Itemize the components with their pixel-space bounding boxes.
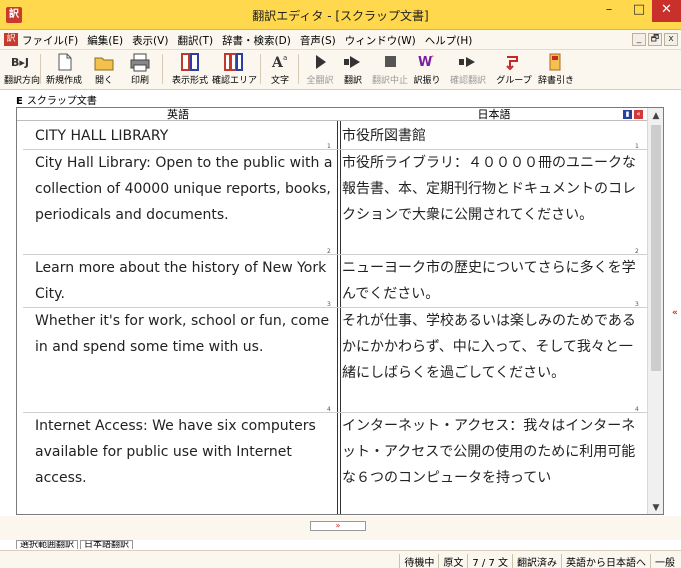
layout-toggle-icon[interactable]: ▮	[623, 110, 632, 119]
segment-row[interactable]: CITY HALL LIBRARY 市役所図書館 1 1	[17, 123, 647, 150]
font-icon: Aa	[269, 52, 291, 72]
maximize-button[interactable]: □	[624, 0, 654, 22]
check-area-button[interactable]: 確認エリア	[212, 52, 257, 88]
segment-row[interactable]: City Hall Library: Open to the public wi…	[17, 150, 647, 255]
menu-file[interactable]: ファイル(F)	[22, 33, 78, 48]
open-folder-icon	[93, 52, 115, 72]
title-bar: 訳 翻訳エディタ - [スクラップ文書] – □ ✕	[0, 0, 681, 30]
segment-row[interactable]: Learn more about the history of New York…	[17, 255, 647, 308]
target-text[interactable]: それが仕事、学校あるいは楽しみのためであるかにかかわらず、中に入って、そして我々…	[342, 308, 642, 386]
source-text[interactable]: CITY HALL LIBRARY	[35, 123, 335, 149]
status-field: 一般	[650, 554, 679, 568]
close-button[interactable]: ✕	[652, 0, 681, 22]
expand-side-panel-icon[interactable]: «	[672, 308, 681, 332]
menu-window[interactable]: ウィンドウ(W)	[345, 33, 416, 48]
editor-header: 英語 日本語 ▮ «	[17, 108, 647, 121]
menu-edit[interactable]: 編集(E)	[87, 33, 123, 48]
doc-restore-button[interactable]: 🗗	[648, 33, 662, 46]
scroll-down-icon[interactable]: ▼	[648, 500, 663, 514]
window-title: 翻訳エディタ - [スクラップ文書]	[252, 9, 429, 23]
doc-close-button[interactable]: x	[664, 33, 678, 46]
target-text[interactable]: インターネット・アクセス：我々はインターネット・アクセスで公開の使用のために利用…	[342, 413, 642, 491]
svg-text:B▸J: B▸J	[11, 56, 29, 69]
svg-text:⁺: ⁺	[431, 54, 435, 62]
minimize-button[interactable]: –	[594, 0, 624, 22]
new-document-button[interactable]: 新規作成	[44, 52, 84, 88]
annotate-icon: W ⁺	[416, 52, 438, 72]
collapse-icon[interactable]: «	[634, 110, 643, 119]
status-view: 原文	[438, 554, 467, 568]
status-state: 待機中	[399, 554, 438, 568]
target-language-header: 日本語	[477, 108, 511, 121]
doc-minimize-button[interactable]: _	[632, 33, 646, 46]
svg-text:a: a	[283, 54, 287, 62]
translation-direction-icon: B▸J	[10, 52, 32, 72]
document-tab[interactable]: E スクラップ文書	[16, 92, 97, 107]
stop-icon	[379, 52, 401, 72]
source-language-header: 英語	[167, 108, 189, 121]
verify-translate-icon	[457, 52, 479, 72]
translate-all-icon	[309, 52, 331, 72]
printer-icon	[129, 52, 151, 72]
dictionary-icon	[545, 52, 567, 72]
menu-bar: 訳 ファイル(F) 編集(E) 表示(V) 翻訳(T) 辞書・検索(D) 音声(…	[0, 30, 681, 50]
source-text[interactable]: City Hall Library: Open to the public wi…	[35, 150, 335, 228]
menu-sound[interactable]: 音声(S)	[300, 33, 336, 48]
source-text[interactable]: Whether it's for work, school or fun, co…	[35, 308, 335, 360]
tab-selection-translate[interactable]: 選択範囲翻訳	[16, 540, 79, 549]
target-text[interactable]: 市役所ライブラリ：４００００冊のユニークな報告書、本、定期刊行物とドキュメントの…	[342, 150, 642, 228]
annotate-button[interactable]: W ⁺ 訳振り	[410, 52, 444, 88]
translate-button[interactable]: 翻訳	[338, 52, 368, 88]
translation-direction-button[interactable]: B▸J 翻訳方向	[4, 52, 40, 88]
scroll-up-icon[interactable]: ▲	[648, 108, 663, 124]
segment-row[interactable]: Internet Access: We have six computers a…	[17, 413, 647, 514]
translation-editor[interactable]: 英語 日本語 ▮ « CITY HALL LIBRARY 市役所図書館 1 1 …	[16, 107, 664, 515]
status-bar: 待機中 原文 7 / 7 文 翻訳済み 英語から日本語へ 一般	[0, 550, 681, 568]
check-area-icon	[223, 52, 245, 72]
translate-icon	[342, 52, 364, 72]
menu-help[interactable]: ヘルプ(H)	[425, 33, 473, 48]
target-text[interactable]: 市役所図書館	[342, 123, 642, 149]
source-text[interactable]: Learn more about the history of New York…	[35, 255, 335, 307]
group-icon	[503, 52, 525, 72]
dictionary-lookup-button[interactable]: 辞書引き	[536, 52, 576, 88]
status-sentence-count: 7 / 7 文	[467, 554, 512, 568]
source-text[interactable]: Internet Access: We have six computers a…	[35, 413, 335, 491]
document-icon[interactable]: 訳	[4, 33, 18, 46]
print-button[interactable]: 印刷	[122, 52, 158, 88]
bottom-tabs: 選択範囲翻訳 日本語翻訳	[16, 540, 134, 549]
toolbar: B▸J 翻訳方向 新規作成 開く 印刷 表示形式 確認エリア A a 文字 全翻…	[0, 50, 681, 90]
layout-icon	[179, 52, 201, 72]
tab-japanese-translate[interactable]: 日本語翻訳	[80, 540, 134, 549]
scrollbar-thumb[interactable]	[651, 125, 661, 371]
pane-splitter[interactable]: »	[310, 521, 366, 531]
new-document-icon	[53, 52, 75, 72]
translate-all-button[interactable]: 全翻訳	[302, 52, 338, 88]
segment-row[interactable]: Whether it's for work, school or fun, co…	[17, 308, 647, 413]
vertical-scrollbar[interactable]: ▲ ▼	[647, 108, 663, 514]
verify-translate-button[interactable]: 確認翻訳	[446, 52, 490, 88]
group-button[interactable]: グループ	[494, 52, 534, 88]
menu-dictionary[interactable]: 辞書・検索(D)	[222, 33, 291, 48]
display-format-button[interactable]: 表示形式	[168, 52, 212, 88]
menu-view[interactable]: 表示(V)	[132, 33, 168, 48]
status-translated: 翻訳済み	[512, 554, 561, 568]
font-button[interactable]: Aa 文字	[264, 52, 296, 88]
target-text[interactable]: ニューヨーク市の歴史についてさらに多くを学んでください。	[342, 255, 642, 307]
menu-translate[interactable]: 翻訳(T)	[177, 33, 213, 48]
stop-translate-button[interactable]: 翻訳中止	[370, 52, 410, 88]
open-button[interactable]: 開く	[86, 52, 122, 88]
status-direction: 英語から日本語へ	[561, 554, 650, 568]
